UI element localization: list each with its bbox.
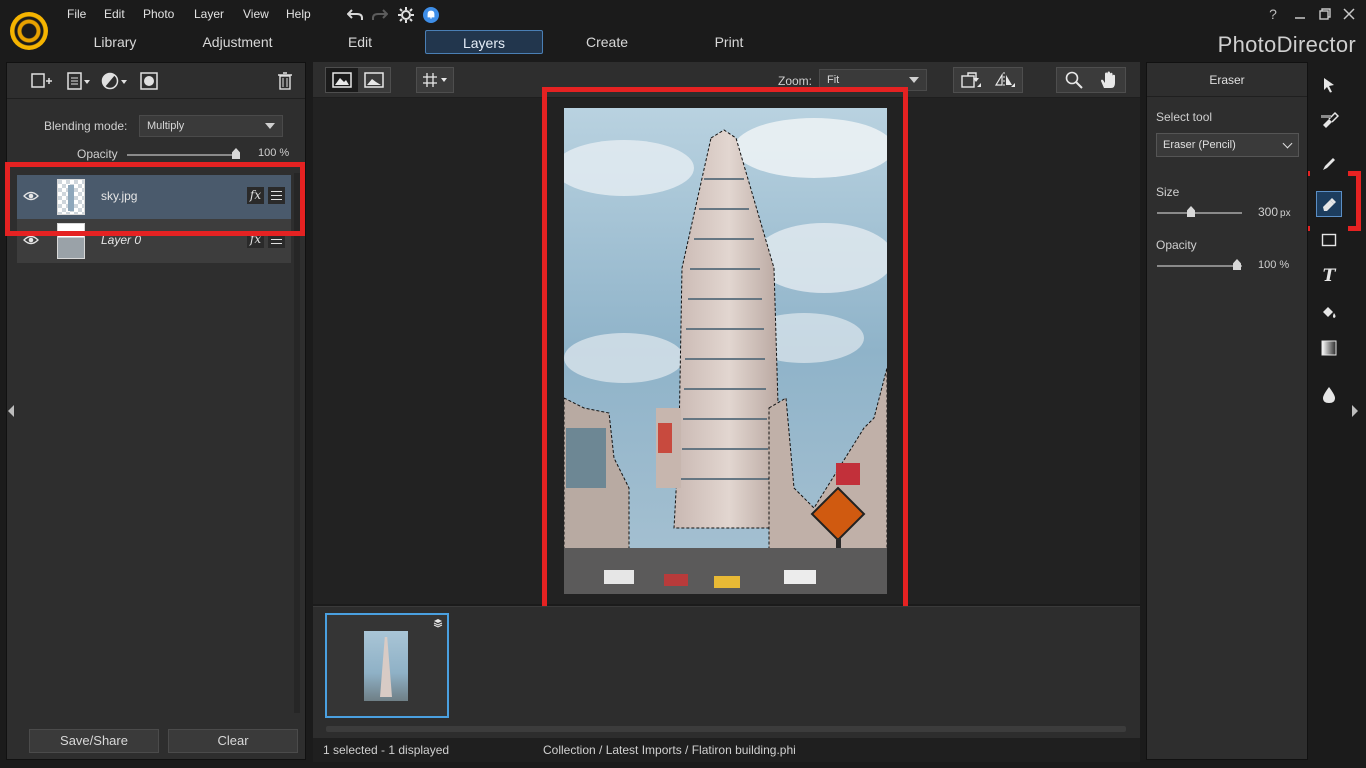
gradient-icon[interactable] bbox=[1316, 335, 1342, 361]
eraser-panel: Eraser Select tool Eraser (Pencil) Size … bbox=[1146, 62, 1308, 760]
save-share-button[interactable]: Save/Share bbox=[29, 729, 159, 753]
arrow-select-icon[interactable] bbox=[1316, 72, 1342, 98]
undo-icon[interactable] bbox=[346, 6, 364, 24]
tab-layers[interactable]: Layers bbox=[425, 30, 543, 54]
clear-button[interactable]: Clear bbox=[168, 729, 298, 753]
minimize-icon[interactable] bbox=[1290, 5, 1310, 23]
menu-layer[interactable]: Layer bbox=[194, 7, 224, 21]
view-single-icon[interactable] bbox=[326, 68, 358, 92]
layers-scrollbar[interactable] bbox=[294, 173, 300, 713]
menu-edit[interactable]: Edit bbox=[104, 7, 125, 21]
select-tool-label: Select tool bbox=[1156, 110, 1213, 124]
opacity-slider-track[interactable] bbox=[127, 154, 239, 156]
adjustment-icon[interactable] bbox=[101, 72, 127, 90]
close-icon[interactable] bbox=[1339, 5, 1359, 23]
redo-icon[interactable] bbox=[371, 6, 389, 24]
layer-menu-icon[interactable] bbox=[67, 72, 91, 90]
zoom-label: Zoom: bbox=[778, 74, 813, 88]
restore-icon[interactable] bbox=[1315, 5, 1335, 23]
size-number: 300 bbox=[1258, 205, 1279, 219]
chevron-down-icon bbox=[909, 77, 919, 83]
pen-icon[interactable] bbox=[1316, 151, 1342, 177]
eraser-icon[interactable] bbox=[1316, 191, 1342, 217]
magnifier-icon[interactable] bbox=[1057, 68, 1091, 92]
filmstrip-scrollbar[interactable] bbox=[326, 726, 1126, 732]
size-slider-thumb[interactable] bbox=[1187, 206, 1195, 217]
highlight-layer-row bbox=[5, 162, 305, 236]
view-mode-group bbox=[325, 67, 391, 93]
selection-status: 1 selected - 1 displayed bbox=[323, 743, 450, 757]
brush-icon[interactable] bbox=[1316, 108, 1342, 134]
menu-photo[interactable]: Photo bbox=[143, 7, 174, 21]
hand-icon[interactable] bbox=[1091, 68, 1125, 92]
tab-create[interactable]: Create bbox=[572, 30, 642, 54]
rotate-flip-group bbox=[953, 67, 1023, 93]
tab-edit[interactable]: Edit bbox=[330, 30, 390, 54]
zoom-value: Fit bbox=[827, 74, 840, 86]
size-value: 300 px bbox=[1258, 205, 1291, 219]
size-slider-track[interactable] bbox=[1157, 212, 1242, 214]
filmstrip-thumbnail-image bbox=[364, 631, 408, 701]
app-title: PhotoDirector bbox=[1217, 32, 1356, 57]
eraser-opacity-slider-track[interactable] bbox=[1157, 265, 1242, 267]
menu-file[interactable]: File bbox=[67, 7, 86, 21]
select-tool-value: Eraser (Pencil) bbox=[1163, 139, 1236, 151]
menu-view[interactable]: View bbox=[243, 7, 269, 21]
status-bar: 1 selected - 1 displayed Collection / La… bbox=[313, 738, 1140, 762]
grid-icon[interactable] bbox=[417, 68, 453, 92]
view-before-after-icon[interactable] bbox=[358, 68, 390, 92]
drop-icon[interactable] bbox=[1316, 382, 1342, 408]
help-button[interactable]: ? bbox=[1263, 5, 1283, 23]
rotate-icon[interactable] bbox=[954, 68, 988, 92]
size-unit: px bbox=[1280, 208, 1291, 219]
app-logo bbox=[10, 12, 48, 50]
opacity-slider-thumb[interactable] bbox=[232, 148, 240, 159]
flip-icon[interactable] bbox=[988, 68, 1022, 92]
filmstrip-thumbnail[interactable] bbox=[325, 613, 449, 718]
mask-icon[interactable] bbox=[140, 72, 158, 90]
trash-icon[interactable] bbox=[277, 72, 293, 90]
layers-badge-icon bbox=[433, 619, 443, 628]
collection-path: Collection / Latest Imports / Flatiron b… bbox=[543, 743, 796, 757]
chevron-down-icon bbox=[265, 123, 275, 129]
layers-toolbar bbox=[7, 63, 305, 99]
select-tool-dropdown[interactable]: Eraser (Pencil) bbox=[1156, 133, 1299, 157]
collapse-left-icon[interactable] bbox=[8, 405, 14, 417]
notification-icon[interactable] bbox=[422, 6, 440, 24]
fill-icon[interactable] bbox=[1316, 299, 1342, 325]
eraser-opacity-label: Opacity bbox=[1156, 238, 1197, 252]
blending-mode-label: Blending mode: bbox=[44, 119, 128, 133]
settings-icon[interactable] bbox=[397, 6, 415, 24]
eraser-opacity-slider-thumb[interactable] bbox=[1233, 259, 1241, 270]
collapse-right-icon[interactable] bbox=[1352, 405, 1358, 417]
add-layer-icon[interactable] bbox=[31, 72, 53, 90]
eraser-opacity-value: 100 % bbox=[1258, 259, 1290, 271]
highlight-canvas bbox=[542, 87, 908, 617]
navigation-group bbox=[1056, 67, 1126, 93]
chevron-down-icon bbox=[1282, 138, 1293, 149]
tab-print[interactable]: Print bbox=[700, 30, 758, 54]
menu-help[interactable]: Help bbox=[286, 7, 311, 21]
size-label: Size bbox=[1156, 185, 1180, 199]
blending-mode-value: Multiply bbox=[147, 120, 185, 132]
eraser-panel-title: Eraser bbox=[1147, 63, 1307, 97]
blending-mode-select[interactable]: Multiply bbox=[139, 115, 283, 137]
tab-library[interactable]: Library bbox=[75, 30, 155, 54]
opacity-value: 100 % bbox=[258, 147, 290, 159]
opacity-label: Opacity bbox=[77, 147, 118, 161]
tab-adjustment[interactable]: Adjustment bbox=[190, 30, 285, 54]
text-icon[interactable]: T bbox=[1316, 263, 1342, 289]
rectangle-icon[interactable] bbox=[1316, 227, 1342, 253]
grid-group bbox=[416, 67, 454, 93]
